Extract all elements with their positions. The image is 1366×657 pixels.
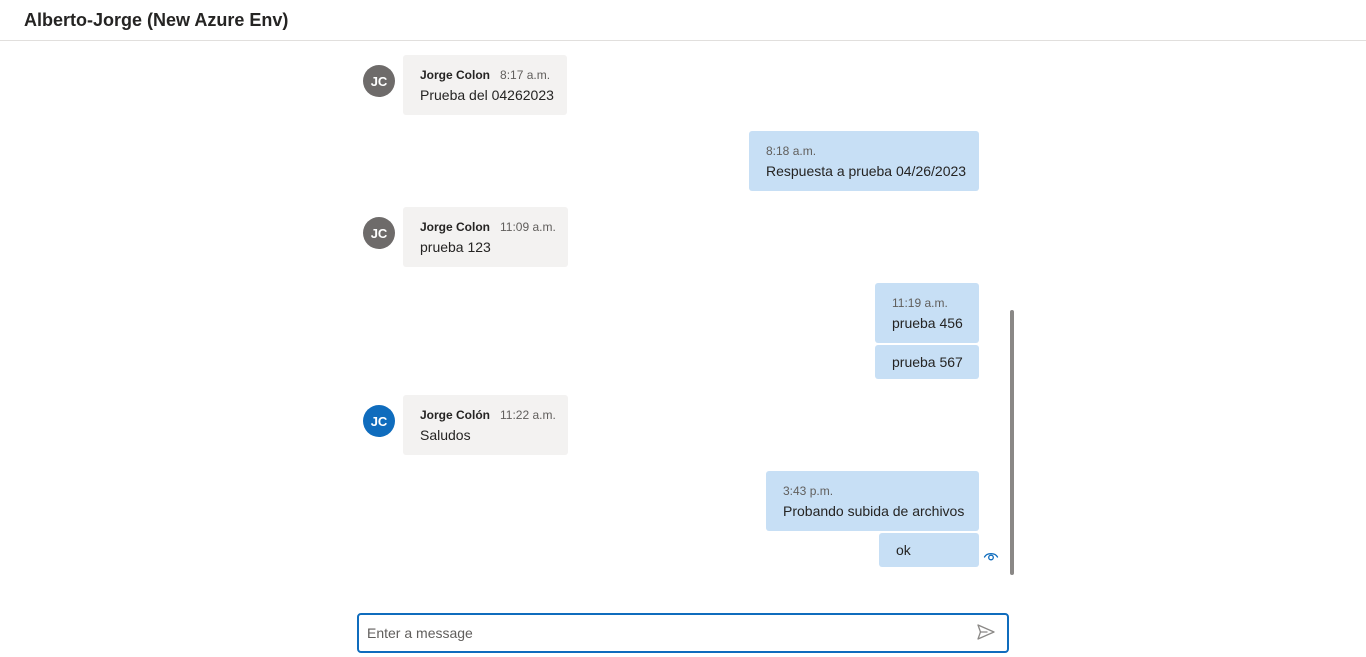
sender-name: Jorge Colón: [420, 408, 491, 422]
message-meta: 11:19 a.m.: [892, 296, 948, 310]
message-time: 8:17 a.m.: [500, 68, 551, 82]
message-thread: JC Jorge Colon 8:17 a.m. Prueba del 04262…: [0, 41, 1366, 601]
message-time: 3:43 p.m.: [783, 484, 834, 498]
message-text: prueba 456: [892, 315, 963, 331]
chat-header: Alberto-Jorge (New Azure Env): [0, 0, 1366, 41]
outgoing-message[interactable]: prueba 567: [875, 345, 979, 379]
message-time: 11:09 a.m.: [500, 220, 556, 234]
message-input[interactable]: [367, 615, 967, 651]
send-icon: [977, 624, 995, 640]
message-composer: [357, 613, 1009, 653]
outgoing-message[interactable]: 8:18 a.m. Respuesta a prueba 04/26/2023: [749, 131, 979, 191]
message-text: prueba 567: [892, 354, 963, 370]
message-time: 11:22 a.m.: [500, 408, 556, 422]
message-text: prueba 123: [420, 239, 491, 255]
message-text: Saludos: [420, 427, 471, 443]
incoming-message[interactable]: Jorge Colón 11:22 a.m. Saludos: [403, 395, 568, 455]
message-time: 11:19 a.m.: [892, 296, 948, 310]
scrollbar-thumb[interactable]: [1010, 310, 1014, 575]
sender-name: Jorge Colon: [420, 220, 491, 234]
message-meta: Jorge Colon 8:17 a.m.: [420, 68, 550, 82]
message-meta: Jorge Colon 11:09 a.m.: [420, 220, 556, 234]
message-meta: 8:18 a.m.: [766, 144, 816, 158]
message-text: Respuesta a prueba 04/26/2023: [766, 163, 967, 179]
avatar[interactable]: JC: [363, 405, 395, 437]
seen-eye-icon: [983, 552, 999, 561]
avatar[interactable]: JC: [363, 217, 395, 249]
outgoing-message[interactable]: 11:19 a.m. prueba 456: [875, 283, 979, 343]
outgoing-message[interactable]: 3:43 p.m. Probando subida de archivos: [766, 471, 979, 531]
message-meta: Jorge Colón 11:22 a.m.: [420, 408, 556, 422]
avatar[interactable]: JC: [363, 65, 395, 97]
message-text: Prueba del 04262023: [420, 87, 554, 103]
sender-name: Jorge Colon: [420, 68, 491, 82]
send-button[interactable]: [975, 623, 997, 643]
incoming-message[interactable]: Jorge Colon 8:17 a.m. Prueba del 04262023: [403, 55, 567, 115]
incoming-message[interactable]: Jorge Colon 11:09 a.m. prueba 123: [403, 207, 568, 267]
outgoing-message[interactable]: ok: [879, 533, 979, 567]
message-meta: 3:43 p.m.: [783, 484, 833, 498]
chat-title: Alberto-Jorge (New Azure Env): [24, 10, 289, 30]
message-time: 8:18 a.m.: [766, 144, 817, 158]
message-text: Probando subida de archivos: [783, 503, 965, 519]
message-text: ok: [896, 542, 911, 558]
